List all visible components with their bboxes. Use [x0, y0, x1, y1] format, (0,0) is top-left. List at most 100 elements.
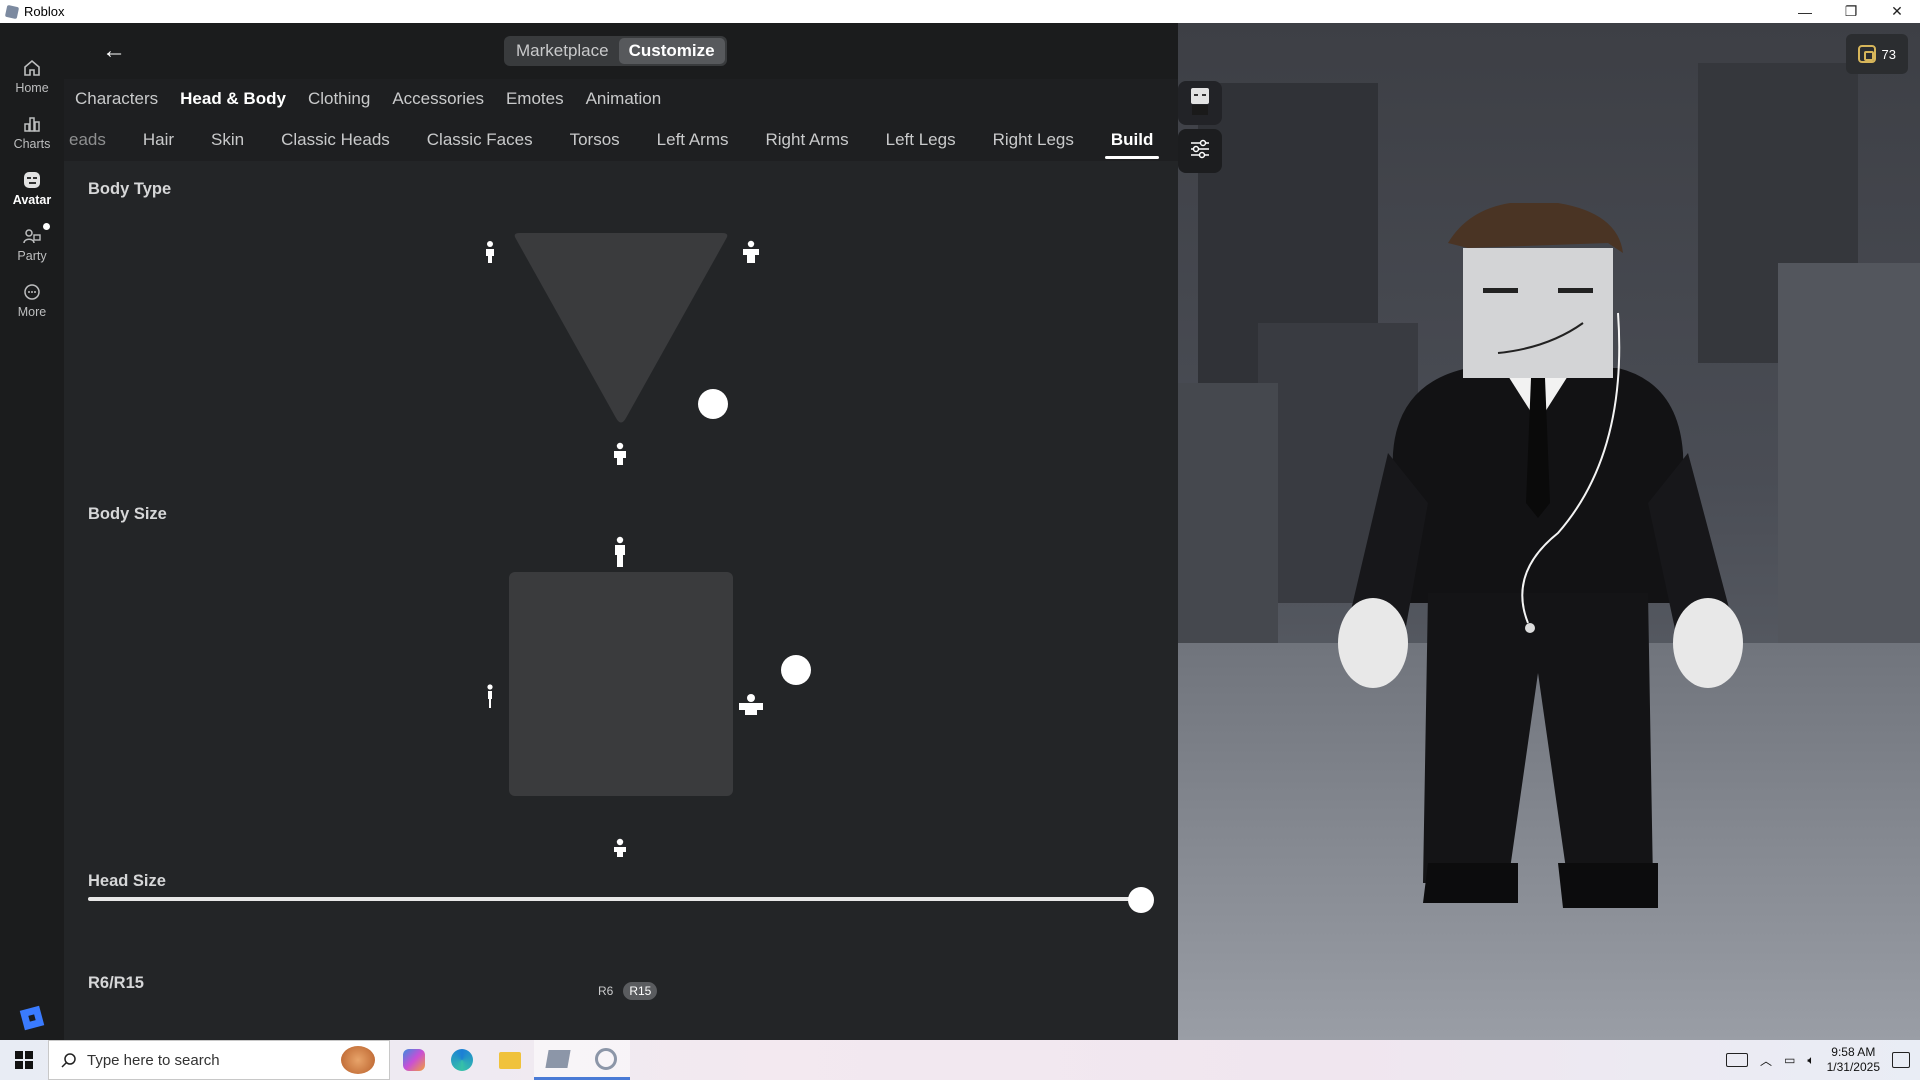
taskbar-file-explorer[interactable]	[486, 1040, 534, 1080]
windows-icon	[15, 1051, 33, 1069]
nav-label-more: More	[17, 305, 47, 319]
tab-skin[interactable]: Skin	[211, 119, 244, 161]
head-size-handle[interactable]	[1128, 887, 1154, 913]
left-nav: Home Charts Avatar Party More	[0, 23, 64, 1040]
tab-classic-faces[interactable]: Classic Faces	[427, 119, 533, 161]
nav-item-charts[interactable]: Charts	[0, 101, 64, 161]
notifications-icon[interactable]	[1892, 1052, 1910, 1068]
keyboard-icon[interactable]	[1726, 1053, 1749, 1067]
nav-label-home: Home	[15, 81, 49, 95]
tab-left-arms[interactable]: Left Arms	[657, 119, 729, 161]
roblox-studio-icon	[595, 1047, 617, 1070]
nav-item-home[interactable]: Home	[0, 45, 64, 105]
tab-animation[interactable]: Animation	[586, 89, 662, 109]
taskbar: Type here to search ︿ ▭ 🔈︎ 9:58 AM 1/31/…	[0, 1040, 1920, 1080]
rig-type-toggle: R6 R15	[592, 982, 658, 1000]
body-size-label: Body Size	[88, 505, 167, 523]
background-block	[1178, 383, 1278, 643]
nav-item-more[interactable]: More	[0, 269, 64, 329]
nav-label-avatar: Avatar	[12, 193, 52, 207]
wide-figure-icon	[741, 239, 761, 265]
more-icon	[23, 279, 41, 305]
party-notification-dot	[43, 223, 50, 230]
body-type-label: Body Type	[88, 180, 172, 198]
panel-topbar: ← Marketplace Customize	[64, 23, 1178, 79]
broad-figure-icon	[736, 691, 766, 717]
short-figure-icon	[610, 835, 630, 861]
restore-button[interactable]: ❐	[1828, 0, 1874, 23]
tab-build[interactable]: Build	[1104, 119, 1159, 161]
rig-option-r6[interactable]: R6	[592, 982, 619, 1000]
body-size-pad[interactable]	[509, 572, 733, 796]
tab-head-body[interactable]: Head & Body	[180, 89, 286, 109]
avatar-icon	[21, 167, 43, 193]
customize-panel: ← Marketplace Customize Characters Head …	[64, 23, 1178, 1040]
body-size-handle[interactable]	[781, 655, 811, 685]
search-placeholder: Type here to search	[87, 1051, 220, 1069]
tab-heads-partial[interactable]: eads	[69, 119, 106, 161]
copilot-icon	[403, 1049, 425, 1071]
rig-option-r15[interactable]: R15	[623, 982, 658, 1000]
tab-hair[interactable]: Hair	[143, 119, 174, 161]
roblox-logo-icon[interactable]	[19, 1005, 45, 1031]
tab-right-arms[interactable]: Right Arms	[765, 119, 848, 161]
tab-torsos[interactable]: Torsos	[570, 119, 620, 161]
avatar-thumbnail-button[interactable]	[1178, 81, 1222, 125]
edge-icon	[451, 1049, 473, 1071]
tab-left-legs[interactable]: Left Legs	[886, 119, 956, 161]
body-type-handle[interactable]	[698, 389, 728, 419]
mode-switch: Marketplace Customize	[504, 36, 727, 66]
party-icon	[22, 223, 42, 249]
thin-figure-icon	[480, 683, 500, 709]
subcategory-tabs: eads Hair Skin Classic Heads Classic Fac…	[64, 119, 1178, 161]
taskbar-search-input[interactable]: Type here to search	[48, 1040, 390, 1080]
nav-item-party[interactable]: Party	[0, 213, 64, 273]
taskbar-edge[interactable]	[438, 1040, 486, 1080]
tab-clothing[interactable]: Clothing	[308, 89, 370, 109]
clock-time: 9:58 AM	[1831, 1045, 1876, 1059]
tab-classic-heads[interactable]: Classic Heads	[281, 119, 390, 161]
robux-icon	[1857, 45, 1876, 63]
search-icon	[61, 1053, 76, 1068]
roblox-app-icon	[4, 4, 20, 19]
window-titlebar: Roblox — ❐ ✕	[0, 0, 1920, 23]
nav-item-avatar[interactable]: Avatar	[0, 157, 64, 217]
chevron-up-icon[interactable]: ︿	[1760, 1052, 1772, 1069]
clock[interactable]: 9:58 AM 1/31/2025	[1827, 1045, 1880, 1075]
avatar-thumbnail-icon	[1187, 86, 1213, 121]
taskbar-copilot[interactable]	[390, 1040, 438, 1080]
rig-type-label: R6/R15	[88, 974, 144, 992]
folder-icon	[499, 1051, 521, 1069]
taskbar-roblox-studio[interactable]	[582, 1040, 630, 1080]
window-title: Roblox	[24, 4, 65, 19]
head-size-track[interactable]	[88, 897, 1142, 901]
taskbar-roblox[interactable]	[534, 1040, 582, 1080]
roblox-taskbar-icon	[545, 1049, 571, 1068]
category-tabs: Characters Head & Body Clothing Accessor…	[64, 79, 1178, 119]
network-icon[interactable]: ▭	[1784, 1053, 1795, 1067]
nav-label-party: Party	[17, 249, 47, 263]
avatar-viewport[interactable]: 73	[1178, 23, 1920, 1040]
clock-date: 1/31/2025	[1826, 1060, 1880, 1074]
tab-customize[interactable]: Customize	[618, 38, 725, 64]
volume-icon[interactable]: 🔈︎	[1807, 1053, 1814, 1068]
robux-balance[interactable]: 73	[1845, 34, 1908, 74]
back-button[interactable]: ←	[102, 37, 136, 65]
start-button[interactable]	[0, 1040, 48, 1080]
sliders-icon	[1189, 139, 1211, 164]
minimize-button[interactable]: —	[1782, 0, 1828, 23]
tab-marketplace[interactable]: Marketplace	[506, 38, 619, 64]
tab-right-legs[interactable]: Right Legs	[993, 119, 1074, 161]
view-settings-button[interactable]	[1178, 129, 1222, 173]
head-size-label: Head Size	[88, 872, 166, 890]
tab-characters[interactable]: Characters	[75, 89, 158, 109]
nav-label-charts: Charts	[13, 137, 51, 151]
home-icon	[23, 55, 41, 81]
robux-amount: 73	[1881, 46, 1896, 62]
system-tray: ︿ ▭ 🔈︎ 9:58 AM 1/31/2025	[1726, 1045, 1920, 1075]
close-button[interactable]: ✕	[1874, 0, 1920, 23]
tab-emotes[interactable]: Emotes	[506, 89, 564, 109]
tab-accessories[interactable]: Accessories	[392, 89, 484, 109]
charts-icon	[23, 111, 41, 137]
avatar-model	[1338, 203, 1743, 908]
